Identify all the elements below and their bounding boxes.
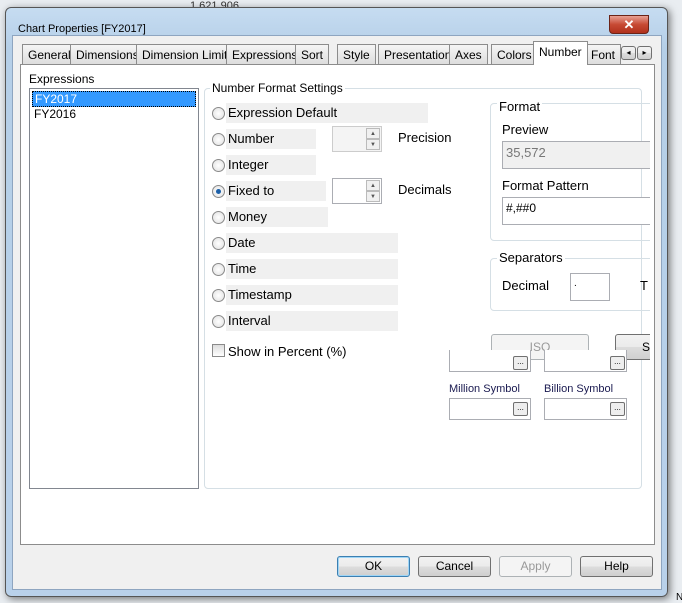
label-interval: Interval (226, 311, 398, 331)
spin-down-icon[interactable]: ▼ (366, 139, 380, 150)
label-expression-default: Expression Default (226, 103, 428, 123)
thousand-separator-label: T (640, 278, 648, 293)
radio-expression-default[interactable] (212, 107, 225, 120)
browse-button[interactable]: ... (513, 356, 528, 370)
format-region: Format Preview 35,572 Format Pattern #,#… (440, 90, 650, 430)
window-title: Chart Properties [FY2017] (18, 23, 146, 35)
list-item[interactable]: FY2016 (32, 107, 196, 123)
precision-spinner[interactable]: ▲ ▼ (332, 126, 382, 152)
help-button[interactable]: Help (580, 556, 653, 577)
show-in-percent-checkbox[interactable] (212, 344, 225, 357)
tab-dimensions[interactable]: Dimensions (70, 44, 145, 65)
spin-up-icon[interactable]: ▲ (366, 128, 380, 139)
decimal-separator-input[interactable]: . (570, 273, 610, 301)
radio-time[interactable] (212, 263, 225, 276)
tab-sort[interactable]: Sort (295, 44, 330, 65)
radio-interval[interactable] (212, 315, 225, 328)
format-group-label: Format (497, 99, 543, 114)
cancel-button[interactable]: Cancel (418, 556, 491, 577)
tab-font[interactable]: Font (585, 44, 622, 65)
million-browse-button[interactable]: ... (513, 402, 528, 416)
billion-symbol-label: Billion Symbol (544, 383, 614, 395)
radio-timestamp[interactable] (212, 289, 225, 302)
browse-button[interactable]: ... (610, 356, 625, 370)
label-fixed-to: Fixed to (226, 181, 326, 201)
tab-general[interactable]: General (22, 44, 77, 65)
billion-browse-button[interactable]: ... (610, 402, 625, 416)
expressions-label: Expressions (29, 72, 95, 86)
million-symbol-label: Million Symbol (449, 383, 520, 395)
background-text: N (676, 592, 682, 603)
label-money: Money (226, 207, 328, 227)
number-format-group-label: Number Format Settings (210, 81, 345, 95)
show-in-percent-label: Show in Percent (%) (228, 344, 347, 359)
preview-field: 35,572 (502, 141, 650, 169)
radio-date[interactable] (212, 237, 225, 250)
radio-number[interactable] (212, 133, 225, 146)
tab-scroll-left-button[interactable]: ◂ (621, 46, 636, 60)
ok-button[interactable]: OK (337, 556, 410, 577)
tab-colors[interactable]: Colors (491, 44, 538, 65)
tab-presentation[interactable]: Presentation (378, 44, 458, 65)
list-item[interactable]: FY2017 (32, 91, 196, 107)
radio-money[interactable] (212, 211, 225, 224)
label-number: Number (226, 129, 316, 149)
decimals-spinner[interactable]: ▲ ▼ (332, 178, 382, 204)
spin-down-icon[interactable]: ▼ (366, 191, 380, 202)
decimal-separator-label: Decimal (502, 278, 549, 293)
tab-number[interactable]: Number (533, 41, 588, 65)
format-pattern-label: Format Pattern (502, 178, 589, 193)
label-time: Time (226, 259, 398, 279)
tab-axes[interactable]: Axes (449, 44, 488, 65)
tab-scroll-right-button[interactable]: ▸ (637, 46, 652, 60)
radio-integer[interactable] (212, 159, 225, 172)
label-date: Date (226, 233, 398, 253)
close-button[interactable]: ✕ (609, 15, 649, 34)
expressions-list[interactable]: FY2017 FY2016 (29, 88, 199, 489)
apply-button[interactable]: Apply (499, 556, 572, 577)
label-timestamp: Timestamp (226, 285, 398, 305)
tab-style[interactable]: Style (337, 44, 376, 65)
label-integer: Integer (226, 155, 316, 175)
preview-label: Preview (502, 122, 549, 137)
tab-dimension-limits[interactable]: Dimension Limits (136, 44, 240, 65)
radio-fixed-to[interactable] (212, 185, 225, 198)
tab-expressions[interactable]: Expressions (226, 44, 304, 65)
separators-group-label: Separators (497, 250, 565, 265)
format-pattern-input[interactable]: #,##0 (502, 197, 650, 225)
spin-up-icon[interactable]: ▲ (366, 180, 380, 191)
